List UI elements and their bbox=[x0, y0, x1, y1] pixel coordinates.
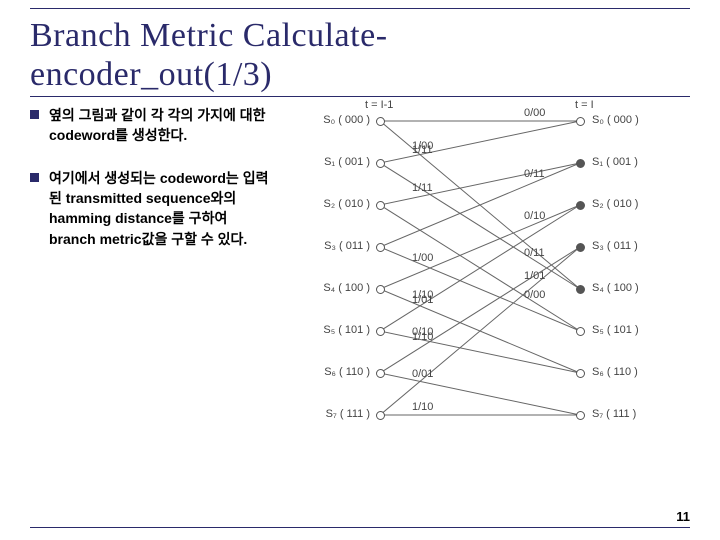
bullet-square-icon bbox=[30, 110, 39, 119]
bullet-text: 여기에서 생성되는 codeword는 입력된 transmitted sequ… bbox=[49, 168, 275, 249]
state-label-left: S₀ ( 000 ) bbox=[323, 114, 370, 126]
state-label-left: S₄ ( 100 ) bbox=[323, 282, 370, 294]
slide-title: Branch Metric Calculate- encoder_out(1/3… bbox=[30, 16, 690, 94]
trellis-edge bbox=[380, 163, 580, 205]
content-row: 옆의 그림과 같이 각 각의 가지에 대한 codeword를 생성한다. 여기… bbox=[30, 105, 690, 471]
edge-label: 0/11 bbox=[524, 247, 545, 259]
trellis-edge bbox=[380, 247, 580, 415]
edge-label: 1/01 bbox=[524, 270, 545, 282]
state-label-left: S₆ ( 110 ) bbox=[324, 366, 370, 378]
state-label-left: S₅ ( 101 ) bbox=[323, 324, 370, 336]
trellis-edge bbox=[380, 247, 580, 331]
edge-label: 1/00 bbox=[412, 140, 433, 152]
slide: Branch Metric Calculate- encoder_out(1/3… bbox=[0, 0, 720, 540]
bullet-column: 옆의 그림과 같이 각 각의 가지에 대한 codeword를 생성한다. 여기… bbox=[30, 105, 285, 471]
edge-label: 1/10 bbox=[412, 401, 433, 413]
state-label-right: S₂ ( 010 ) bbox=[592, 198, 638, 210]
state-label-right: S₁ ( 001 ) bbox=[592, 156, 638, 168]
trellis-diagram: t = I-1 t = I S₀ ( 000 )S₁ ( 001 )S₂ ( 0… bbox=[290, 101, 670, 471]
trellis-edge bbox=[380, 163, 580, 289]
state-label-left: S₂ ( 010 ) bbox=[324, 198, 370, 210]
trellis-edge bbox=[380, 247, 580, 373]
trellis-edge bbox=[380, 205, 580, 289]
title-line1: Branch Metric Calculate- bbox=[30, 17, 388, 54]
edge-label: 1/00 bbox=[412, 252, 433, 264]
edge-label: 1/10 bbox=[412, 289, 433, 301]
trellis-edge bbox=[380, 121, 580, 163]
state-label-left: S₃ ( 011 ) bbox=[324, 240, 370, 252]
rule-top bbox=[30, 8, 690, 9]
edge-label: 1/11 bbox=[412, 182, 433, 194]
rule-under-title bbox=[30, 96, 690, 97]
diagram-column: t = I-1 t = I S₀ ( 000 )S₁ ( 001 )S₂ ( 0… bbox=[285, 105, 690, 471]
state-label-right: S₇ ( 111 ) bbox=[592, 408, 636, 420]
state-label-right: S₅ ( 101 ) bbox=[592, 324, 639, 336]
title-line2: encoder_out(1/3) bbox=[30, 56, 272, 93]
edge-label: 1/10 bbox=[412, 331, 433, 343]
bullet-text: 옆의 그림과 같이 각 각의 가지에 대한 codeword를 생성한다. bbox=[49, 105, 275, 146]
state-label-right: S₃ ( 011 ) bbox=[592, 240, 638, 252]
state-label-right: S₄ ( 100 ) bbox=[592, 282, 639, 294]
trellis-edge bbox=[380, 373, 580, 415]
trellis-edge bbox=[380, 163, 580, 247]
edge-label: 0/00 bbox=[524, 289, 545, 301]
trellis-edge bbox=[380, 331, 580, 373]
rule-bottom bbox=[30, 527, 690, 528]
bullet-square-icon bbox=[30, 173, 39, 182]
edge-label: 0/01 bbox=[412, 368, 433, 380]
edge-label: 0/00 bbox=[524, 107, 545, 119]
state-label-left: S₇ ( 111 ) bbox=[326, 408, 370, 420]
state-label-right: S₆ ( 110 ) bbox=[592, 366, 638, 378]
bullet-item: 여기에서 생성되는 codeword는 입력된 transmitted sequ… bbox=[30, 168, 275, 249]
page-number: 11 bbox=[676, 509, 690, 524]
edge-label: 0/10 bbox=[524, 210, 545, 222]
edge-label: 0/11 bbox=[524, 168, 545, 180]
state-label-right: S₀ ( 000 ) bbox=[592, 114, 639, 126]
state-label-left: S₁ ( 001 ) bbox=[324, 156, 370, 168]
bullet-item: 옆의 그림과 같이 각 각의 가지에 대한 codeword를 생성한다. bbox=[30, 105, 275, 146]
